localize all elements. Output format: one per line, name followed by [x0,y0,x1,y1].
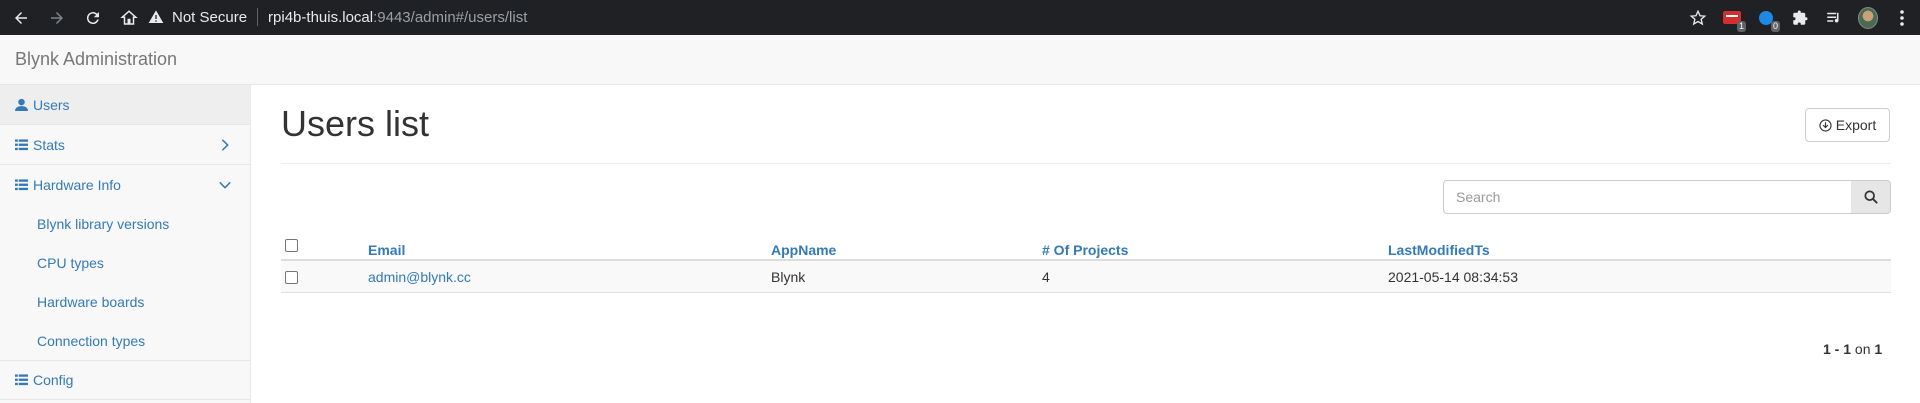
extension-badge-1: 1 [1736,20,1746,32]
more-vertical-icon [1900,9,1904,26]
page-title: Users list [281,103,430,144]
sidebar-subitem-cpu-types[interactable]: CPU types [37,255,104,271]
warning-icon [148,9,164,25]
omnibox-separator [257,8,259,26]
reload-button[interactable] [78,3,108,33]
list-icon [15,138,29,152]
chevron-down-icon [219,181,231,189]
puzzle-icon [1793,10,1808,25]
browser-actions: 1 0 [1688,0,1912,35]
app-header: Blynk Administration [0,35,1920,85]
export-button[interactable]: Export [1805,108,1890,142]
column-header-appname[interactable]: AppName [771,242,836,258]
list-icon [15,373,29,387]
search-input[interactable] [1443,180,1857,214]
cell-appname: Blynk [771,269,806,285]
url-host: rpi4b-thuis.local [268,8,374,26]
sidebar-item-label: Users [33,96,70,113]
sidebar-item-users[interactable]: Users [0,85,250,125]
search-icon [1863,190,1878,204]
star-icon [1689,9,1707,25]
pagination-dash: - [1830,341,1844,357]
pagination-from: 1 [1823,341,1831,357]
select-all-checkbox[interactable] [285,239,298,252]
profile-button[interactable] [1858,6,1878,29]
reload-icon [86,11,99,24]
column-header-projects[interactable]: # Of Projects [1042,242,1128,258]
chevron-right-icon [221,139,229,151]
cell-email[interactable]: admin@blynk.cc [368,269,471,285]
avatar [1858,6,1878,29]
arrow-right-icon [51,11,63,24]
sidebar-item-label: Hardware Info [33,177,121,193]
extension-red-button[interactable]: 1 [1722,8,1746,32]
list-icon [15,178,29,192]
sidebar-item-label: Stats [33,136,65,153]
browser-toolbar: Not Secure rpi4b-thuis.local:9443/admin#… [0,0,1920,35]
pagination-total: 1 [1874,341,1883,357]
reading-list-icon [1827,12,1839,23]
download-circle-icon [1819,118,1832,132]
back-button[interactable] [6,3,36,33]
home-icon [120,9,138,25]
security-label[interactable]: Not Secure [172,9,247,26]
extension-blue-button[interactable]: 0 [1756,8,1780,32]
main-content: Users list Export Email AppName # Of Pro… [251,85,1920,403]
sidebar-subitem-hardware-boards[interactable]: Hardware boards [37,294,144,310]
sidebar-item-hardware-info[interactable]: Hardware Info [0,165,250,205]
bookmark-star-button[interactable] [1688,8,1708,28]
pagination-on: on [1851,341,1875,357]
sidebar-item-stats[interactable]: Stats [0,125,250,165]
extension-badge-2: 0 [1770,20,1780,32]
column-header-lastmodified[interactable]: LastModifiedTs [1388,242,1490,258]
title-divider [281,163,1891,164]
cell-lastmodified: 2021-05-14 08:34:53 [1388,269,1518,285]
url-path: :9443/admin#/users/list [373,8,528,26]
sidebar: Users Stats Hardware Info Blynk library … [0,85,251,403]
extensions-button[interactable] [1790,8,1810,28]
reading-list-button[interactable] [1824,8,1844,28]
sidebar-item-config[interactable]: Config [0,360,250,400]
pagination-info: 1 - 1 on 1 [1823,341,1882,357]
address-bar[interactable]: Not Secure rpi4b-thuis.local:9443/admin#… [140,3,1765,31]
users-table: Email AppName # Of Projects LastModified… [281,233,1891,293]
search-button[interactable] [1851,180,1891,214]
pagination-to: 1 [1843,341,1852,357]
search-group [1443,180,1891,214]
column-header-email[interactable]: Email [368,242,405,258]
menu-button[interactable] [1892,8,1912,28]
row-checkbox[interactable] [285,271,298,284]
table-row[interactable]: admin@blynk.cc Blynk 4 2021-05-14 08:34:… [281,261,1891,293]
table-header: Email AppName # Of Projects LastModified… [281,233,1891,261]
arrow-left-icon [15,11,27,24]
app-title[interactable]: Blynk Administration [15,49,177,70]
export-label: Export [1835,117,1877,133]
user-icon [15,98,29,112]
forward-button[interactable] [42,3,72,33]
sidebar-item-label: Config [33,372,74,388]
sidebar-subitem-library-versions[interactable]: Blynk library versions [37,216,169,232]
cell-projects: 4 [1042,269,1050,285]
sidebar-subitem-connection-types[interactable]: Connection types [37,333,145,349]
